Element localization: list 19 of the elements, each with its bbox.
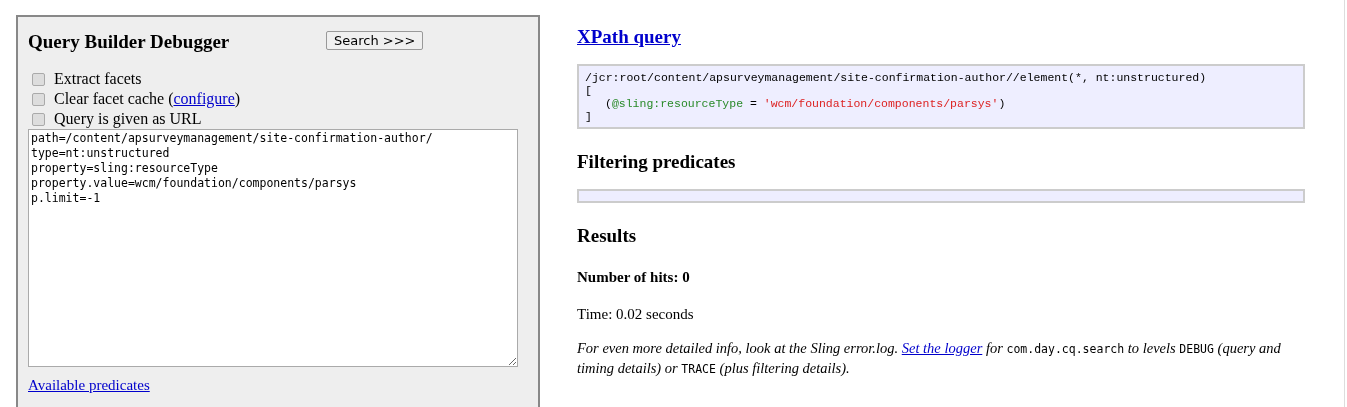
search-button[interactable]: Search >>> <box>326 30 424 50</box>
checkbox[interactable] <box>32 92 45 106</box>
query-time: Time: 0.02 seconds <box>577 306 695 323</box>
available-predicates-link[interactable]: Available predicates <box>28 377 528 394</box>
section-heading: Results <box>577 225 638 247</box>
section-heading: Filtering predicates <box>577 151 737 173</box>
link[interactable]: Set the logger <box>901 340 983 356</box>
info-paragraph: For even more detailed info, look at the Sling error.log. Set the logger for com.day.cq.search to levels DEBUG (query and timing details) or TRACE (plus filtering details). <box>577 339 1282 378</box>
checkbox-label: Extract facets <box>54 70 142 88</box>
checkbox[interactable] <box>32 72 45 86</box>
hits-count: Number of hits: 0 <box>577 269 691 286</box>
link[interactable]: configure <box>173 90 235 107</box>
xpath-query-link[interactable]: XPath query <box>577 26 681 48</box>
checkbox-label: Query is given as URL <box>54 110 202 128</box>
checkbox-label: Clear facet cache (configure) <box>54 90 241 108</box>
panel-title: Query Builder Debugger <box>28 31 231 53</box>
checkbox[interactable] <box>32 112 45 126</box>
xpath-code-block: /jcr:root/content/apsurveymanagement/site-confirmation-author//element(*, nt:unstructured) [ (@sling:resourceType = 'wcm/foundation/components/parsys') ] <box>577 64 1305 129</box>
query-field[interactable]: path=/content/apsurveymanagement/site-confirmation-author/ type=nt:unstructured property=sling:resourceType property.value=wcm/foundation/components/parsys p.limit=-1 <box>28 129 518 367</box>
